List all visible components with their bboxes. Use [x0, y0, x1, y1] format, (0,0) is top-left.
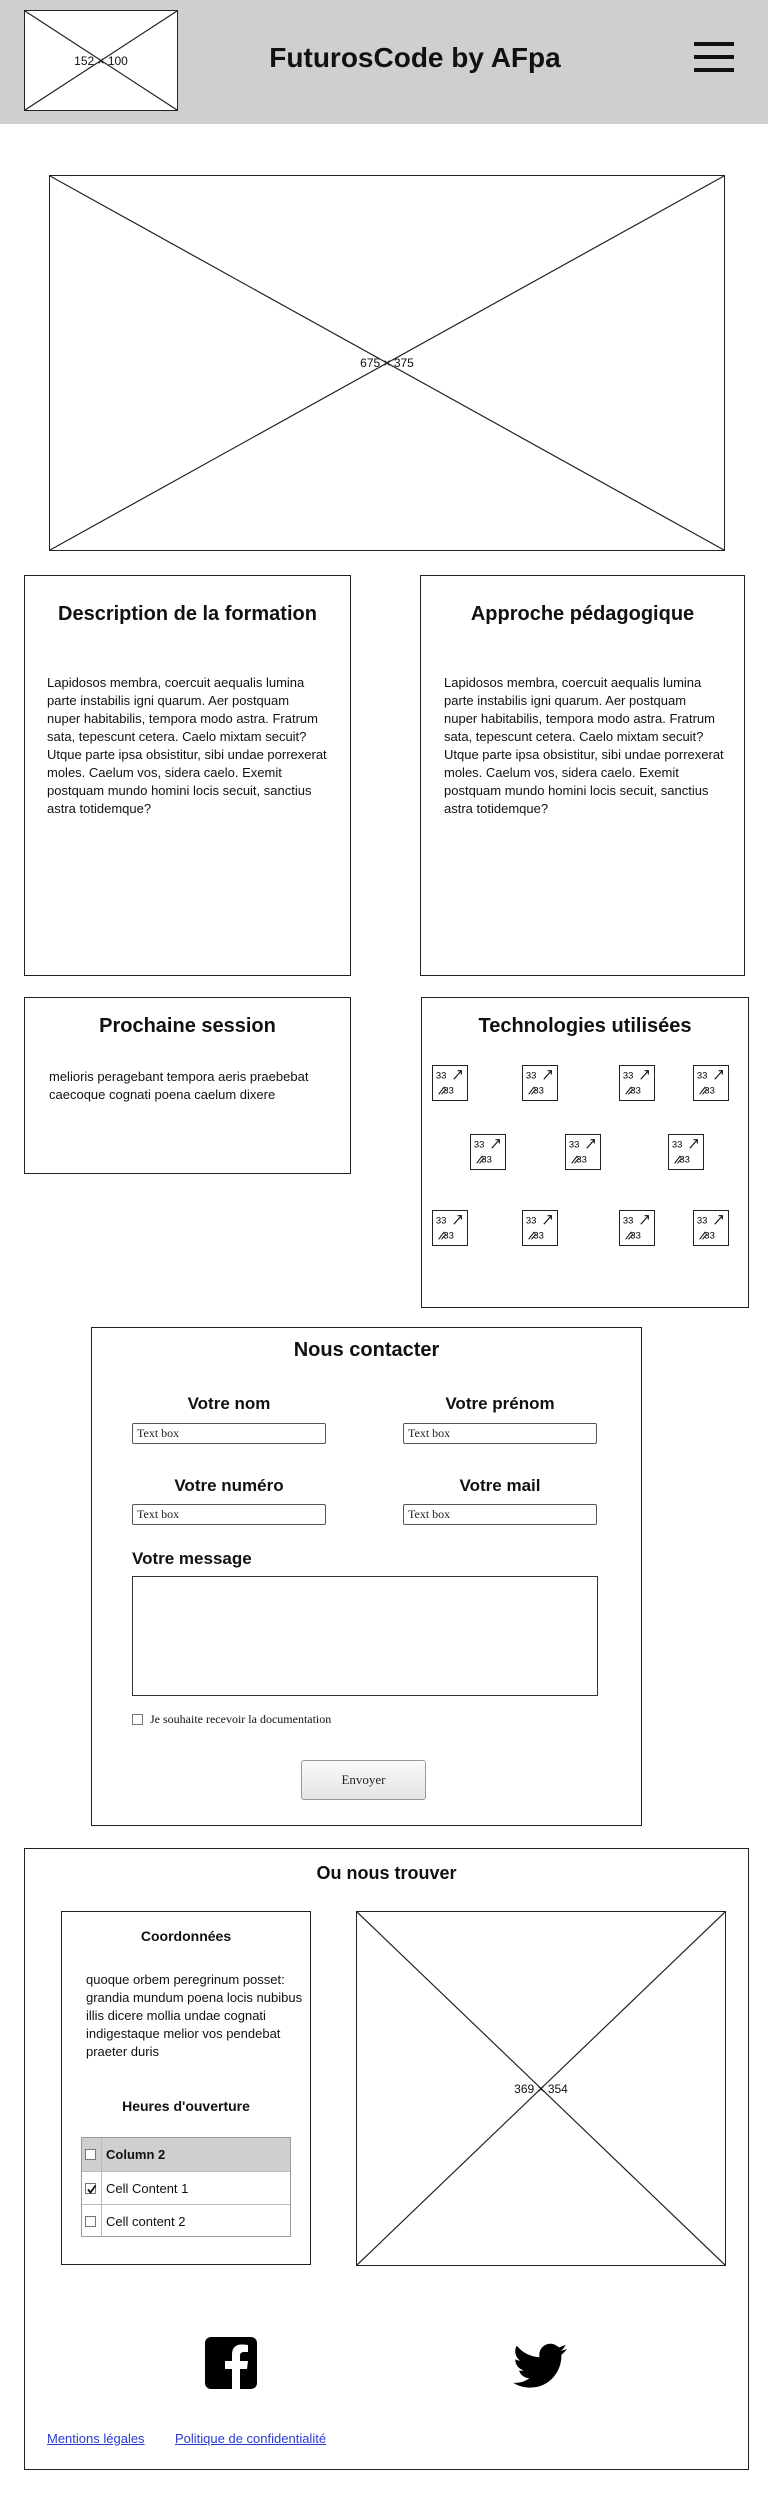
row-checkbox-checked[interactable] [85, 2183, 97, 2194]
table-row: Cell Content 1 [82, 2171, 290, 2204]
technology-icon-label: 33 [697, 1070, 708, 1081]
session-text: melioris peragebant tempora aeris praebe… [49, 1069, 309, 1102]
hours-table-header: Column 2 [82, 2138, 290, 2171]
nom-input[interactable]: Text box [132, 1423, 326, 1444]
mail-label: Votre mail [459, 1476, 541, 1495]
technology-image-icon-2: 33 33 [522, 1065, 558, 1101]
hours-title: Heures d'ouverture [122, 2098, 250, 2114]
technology-image-icon-7: 33 33 [668, 1134, 704, 1170]
technology-icon-label: 33 [526, 1215, 537, 1226]
hours-table: Column 2 Cell Content 1 Cell content 2 [81, 2137, 291, 2237]
technology-icon-label: 33 [569, 1139, 580, 1150]
technology-image-icon-11: 33 33 [693, 1210, 729, 1246]
technology-image-icon-10: 33 33 [619, 1210, 655, 1246]
mail-input[interactable]: Text box [403, 1504, 597, 1525]
twitter-icon[interactable] [513, 2343, 567, 2389]
technology-icon-label: 33 [526, 1070, 537, 1081]
description-title: Description de la formation [58, 603, 317, 625]
technology-image-icon-9: 33 33 [522, 1210, 558, 1246]
prenom-label: Votre prénom [445, 1394, 555, 1413]
technology-image-icon-4: 33 33 [693, 1065, 729, 1101]
prenom-input[interactable]: Text box [403, 1423, 597, 1444]
technology-image-icon-3: 33 33 [619, 1065, 655, 1101]
hero-image-placeholder: 675 × 375 [49, 175, 725, 551]
description-text: Lapidosos membra, coercuit aequalis lumi… [47, 675, 327, 816]
header-checkbox[interactable] [85, 2149, 96, 2160]
documentation-checkbox-label: Je souhaite recevoir la documentation [150, 1712, 332, 1726]
technology-icon-label: 33 [672, 1139, 683, 1150]
site-title: FuturosCode by AFpa [269, 42, 561, 73]
message-label: Votre message [132, 1549, 252, 1568]
technology-icon-label: 33 [623, 1215, 634, 1226]
technology-icon-label: 33 [623, 1070, 634, 1081]
technologies-card: Technologies utilisées 33 33 33 33 33 33 33 33 3… [421, 997, 749, 1308]
map-placeholder: 369 × 354 [356, 1911, 726, 2266]
technology-image-icon-1: 33 33 [432, 1065, 468, 1101]
hero-image-label: 675 × 375 [360, 356, 414, 370]
approach-title: Approche pédagogique [470, 603, 695, 625]
coordinates-card: Coordonnées quoque orbem peregrinum poss… [61, 1911, 311, 2265]
table-row: Cell content 2 [82, 2204, 290, 2237]
description-card: Description de la formation Lapidosos me… [24, 575, 351, 976]
hours-table-header-label: Column 2 [106, 2147, 166, 2162]
nom-label: Votre nom [187, 1394, 271, 1413]
technology-image-icon-6: 33 33 [565, 1134, 601, 1170]
table-row-label: Cell Content 1 [106, 2181, 189, 2196]
approach-text: Lapidosos membra, coercuit aequalis lumi… [444, 675, 724, 816]
contact-title: Nous contacter [293, 1339, 440, 1361]
legal-notice-link[interactable]: Mentions légales [47, 2431, 145, 2446]
logo-placeholder-label: 152 × 100 [74, 53, 128, 68]
session-card: Prochaine session melioris peragebant te… [24, 997, 351, 1174]
numero-input[interactable]: Text box [132, 1504, 326, 1525]
contact-form: Nous contacter Votre nom Text box Votre … [91, 1327, 642, 1826]
coordinates-title: Coordonnées [140, 1928, 232, 1944]
documentation-checkbox[interactable] [132, 1714, 143, 1725]
technology-image-icon-8: 33 33 [432, 1210, 468, 1246]
location-section: Ou nous trouver Coordonnées quoque orbem… [24, 1848, 749, 2470]
technology-icon-label: 33 [697, 1215, 708, 1226]
session-title: Prochaine session [99, 1015, 276, 1037]
coordinates-text: quoque orbem peregrinum posset: grandia … [86, 1972, 303, 2059]
approach-card: Approche pédagogique Lapidosos membra, c… [420, 575, 745, 976]
site-header: 152 × 100 FuturosCode by AFpa [0, 0, 768, 124]
message-textarea[interactable] [132, 1576, 598, 1696]
row-checkbox[interactable] [85, 2216, 96, 2227]
technology-icon-label: 33 [474, 1139, 485, 1150]
privacy-policy-link[interactable]: Politique de confidentialité [175, 2431, 326, 2446]
location-title: Ou nous trouver [316, 1863, 457, 1883]
facebook-icon[interactable] [205, 2337, 257, 2389]
submit-button[interactable]: Envoyer [301, 1760, 426, 1800]
numero-label: Votre numéro [174, 1476, 284, 1495]
hamburger-menu-icon[interactable] [694, 42, 734, 74]
technology-icon-label: 33 [436, 1070, 447, 1081]
technology-image-icon-5: 33 33 [470, 1134, 506, 1170]
logo-placeholder[interactable]: 152 × 100 [24, 10, 178, 111]
technology-icon-label: 33 [436, 1215, 447, 1226]
technologies-title: Technologies utilisées [478, 1015, 692, 1037]
map-placeholder-label: 369 × 354 [514, 2081, 568, 2096]
table-row-label: Cell content 2 [106, 2214, 186, 2229]
